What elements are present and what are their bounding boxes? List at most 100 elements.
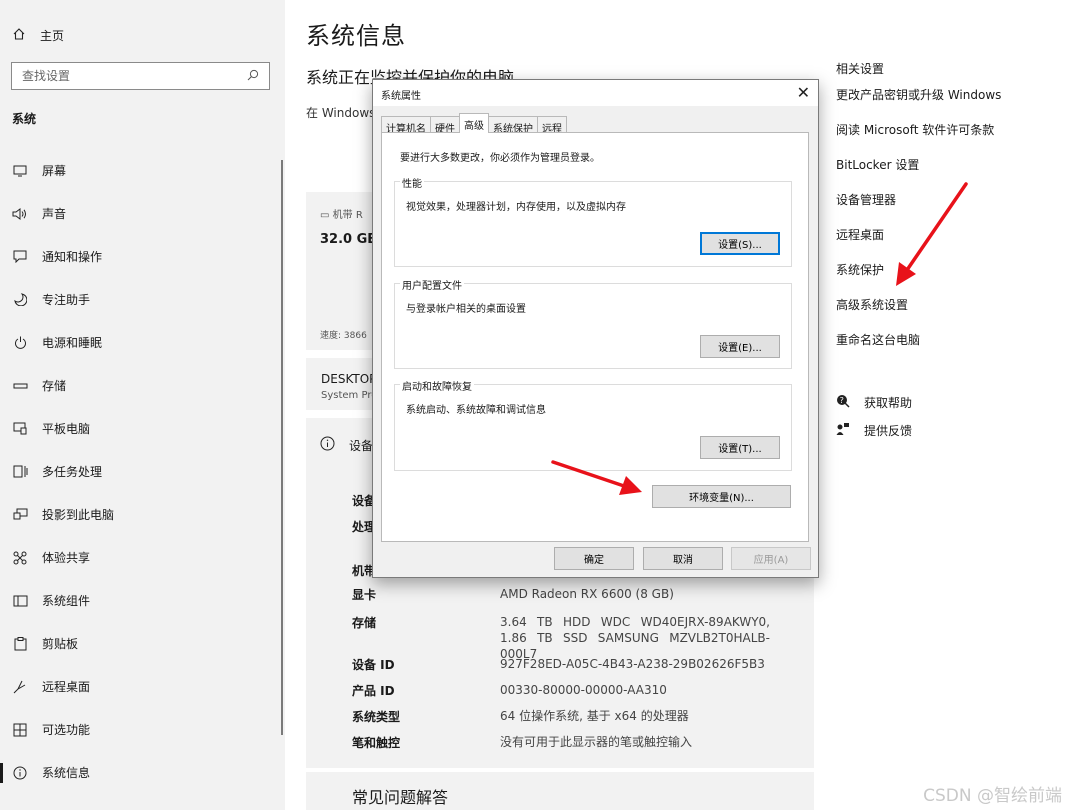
sidebar-item-power[interactable]: 电源和睡眠 [0, 321, 285, 364]
feedback-label: 提供反馈 [864, 423, 913, 438]
components-icon [12, 593, 28, 609]
tab-advanced[interactable]: 高级 [459, 113, 489, 133]
spec-row-device-id: 设备 ID 927F28ED-A05C-4B43-A238-29B02626F5B… [352, 656, 770, 673]
advanced-tab-panel: 要进行大多数更改，你必须作为管理员登录。 性能 视觉效果，处理器计划，内存使用，… [381, 132, 809, 542]
help-chat-icon: ? [836, 394, 850, 411]
spec-key: 设备 ID [352, 658, 395, 672]
spec-value: AMD Radeon RX 6600 (8 GB) [500, 587, 674, 601]
sidebar-item-label: 多任务处理 [42, 465, 103, 479]
spec-header: 设备 [320, 436, 373, 454]
spec-value: 927F28ED-A05C-4B43-A238-29B02626F5B3 [500, 657, 765, 671]
sidebar-item-label: 系统组件 [42, 594, 91, 608]
get-help-label: 获取帮助 [864, 395, 913, 410]
search-icon[interactable] [247, 69, 259, 84]
sidebar-item-label: 远程桌面 [42, 680, 91, 694]
spec-row-graphics: 显卡 AMD Radeon RX 6600 (8 GB) [352, 586, 770, 603]
tab-remote[interactable]: 远程 [537, 116, 567, 135]
environment-variables-button[interactable]: 环境变量(N)... [652, 485, 791, 508]
sidebar-item-label: 体验共享 [42, 551, 91, 565]
sidebar-item-label: 平板电脑 [42, 422, 91, 436]
startup-recovery-settings-button[interactable]: 设置(T)... [700, 436, 780, 459]
group-description: 视觉效果，处理器计划，内存使用，以及虚拟内存 [406, 202, 626, 213]
sidebar-item-label: 系统信息 [42, 766, 91, 780]
storage-icon [12, 378, 28, 394]
page-title: 系统信息 [306, 22, 406, 50]
dialog-title: 系统属性 [381, 91, 421, 102]
home-label: 主页 [40, 28, 65, 43]
spec-value: 3.64 TB HDD WDC WD40EJRX-89AKWY0, 1.86 T… [500, 615, 770, 661]
sidebar-item-remote-desktop[interactable]: 远程桌面 [0, 665, 285, 708]
faq-card: 常见问题解答 [306, 772, 814, 810]
sidebar-item-optional-features[interactable]: 可选功能 [0, 708, 285, 751]
feedback-link[interactable]: 提供反馈 [836, 416, 912, 444]
search-input[interactable] [22, 69, 247, 83]
sidebar-item-label: 电源和睡眠 [42, 336, 103, 350]
get-help-link[interactable]: ? 获取帮助 [836, 388, 912, 416]
link-system-protection[interactable]: 系统保护 [836, 258, 1001, 293]
spec-row-system-type: 系统类型 64 位操作系统, 基于 x64 的处理器 [352, 708, 770, 725]
link-license-terms[interactable]: 阅读 Microsoft 软件许可条款 [836, 118, 1001, 153]
spec-header-label: 设备 [349, 438, 374, 453]
link-change-product-key[interactable]: 更改产品密钥或升级 Windows [836, 83, 1001, 118]
startup-recovery-group: 启动和故障恢复 系统启动、系统故障和调试信息 设置(T)... [394, 378, 792, 471]
sidebar-item-projection[interactable]: 投影到此电脑 [0, 493, 285, 536]
sidebar-item-about[interactable]: 系统信息 [0, 751, 285, 794]
link-bitlocker[interactable]: BitLocker 设置 [836, 153, 1001, 188]
sidebar-item-tablet[interactable]: 平板电脑 [0, 407, 285, 450]
help-section: ? 获取帮助 提供反馈 [836, 388, 912, 444]
sidebar-scrollbar[interactable] [281, 160, 283, 735]
admin-note: 要进行大多数更改，你必须作为管理员登录。 [400, 153, 600, 164]
related-settings-heading: 相关设置 [836, 62, 885, 76]
sidebar-item-display[interactable]: 屏幕 [0, 149, 285, 192]
sidebar-item-system-components[interactable]: 系统组件 [0, 579, 285, 622]
performance-group: 性能 视觉效果，处理器计划，内存使用，以及虚拟内存 设置(S)... [394, 175, 792, 267]
sidebar-item-focus-assist[interactable]: 专注助手 [0, 278, 285, 321]
link-rename-pc[interactable]: 重命名这台电脑 [836, 328, 1001, 363]
tablet-icon [12, 421, 28, 437]
tab-computer-name[interactable]: 计算机名 [381, 116, 431, 135]
windows-security-text: 在 Windows [306, 106, 376, 120]
remote-icon [12, 679, 28, 695]
link-advanced-system-settings[interactable]: 高级系统设置 [836, 293, 1001, 328]
clipboard-icon [12, 636, 28, 652]
related-settings: 相关设置 更改产品密钥或升级 Windows 阅读 Microsoft 软件许可… [836, 60, 1001, 363]
feedback-icon [836, 422, 850, 439]
tab-system-protection[interactable]: 系统保护 [488, 116, 538, 135]
link-device-manager[interactable]: 设备管理器 [836, 188, 1001, 223]
spec-value: 00330-80000-00000-AA310 [500, 683, 667, 697]
multitask-icon [12, 464, 28, 480]
sidebar-item-label: 声音 [42, 207, 67, 221]
ok-button[interactable]: 确定 [554, 547, 634, 570]
projection-icon [12, 507, 28, 523]
sidebar-item-sound[interactable]: 声音 [0, 192, 285, 235]
share-icon [12, 550, 28, 566]
svg-text:?: ? [840, 396, 844, 405]
sidebar-item-multitasking[interactable]: 多任务处理 [0, 450, 285, 493]
sidebar-item-shared-experiences[interactable]: 体验共享 [0, 536, 285, 579]
device-name: DESKTOP [321, 372, 377, 386]
user-profiles-settings-button[interactable]: 设置(E)... [700, 335, 780, 358]
apply-button[interactable]: 应用(A) [731, 547, 811, 570]
info-icon [320, 436, 335, 454]
close-icon[interactable]: ✕ [797, 83, 810, 102]
power-icon [12, 335, 28, 351]
link-remote-desktop[interactable]: 远程桌面 [836, 223, 1001, 258]
memory-value: 32.0 GB [320, 232, 378, 247]
tab-hardware[interactable]: 硬件 [430, 116, 460, 135]
sidebar-item-clipboard[interactable]: 剪贴板 [0, 622, 285, 665]
search-box[interactable] [11, 62, 270, 90]
system-properties-dialog: 系统属性 ✕ 计算机名 硬件 高级 系统保护 远程 要进行大多数更改，你必须作为… [372, 79, 819, 578]
group-description: 与登录帐户相关的桌面设置 [406, 304, 526, 315]
performance-settings-button[interactable]: 设置(S)... [700, 232, 780, 255]
cancel-button[interactable]: 取消 [643, 547, 723, 570]
group-title: 启动和故障恢复 [400, 378, 474, 393]
info-icon [12, 765, 28, 781]
sidebar-nav: 屏幕 声音 通知和操作 专注助手 电源和睡眠 存储 平板电脑 多任务处理 投影到… [0, 149, 285, 794]
sidebar-home[interactable]: 主页 [12, 24, 64, 46]
section-label: 系统 [12, 112, 37, 126]
moon-icon [12, 292, 28, 308]
dialog-title-bar[interactable]: 系统属性 ✕ [373, 80, 818, 106]
sidebar-item-notifications[interactable]: 通知和操作 [0, 235, 285, 278]
spec-row-pen-touch: 笔和触控 没有可用于此显示器的笔或触控输入 [352, 734, 770, 751]
sidebar-item-storage[interactable]: 存储 [0, 364, 285, 407]
